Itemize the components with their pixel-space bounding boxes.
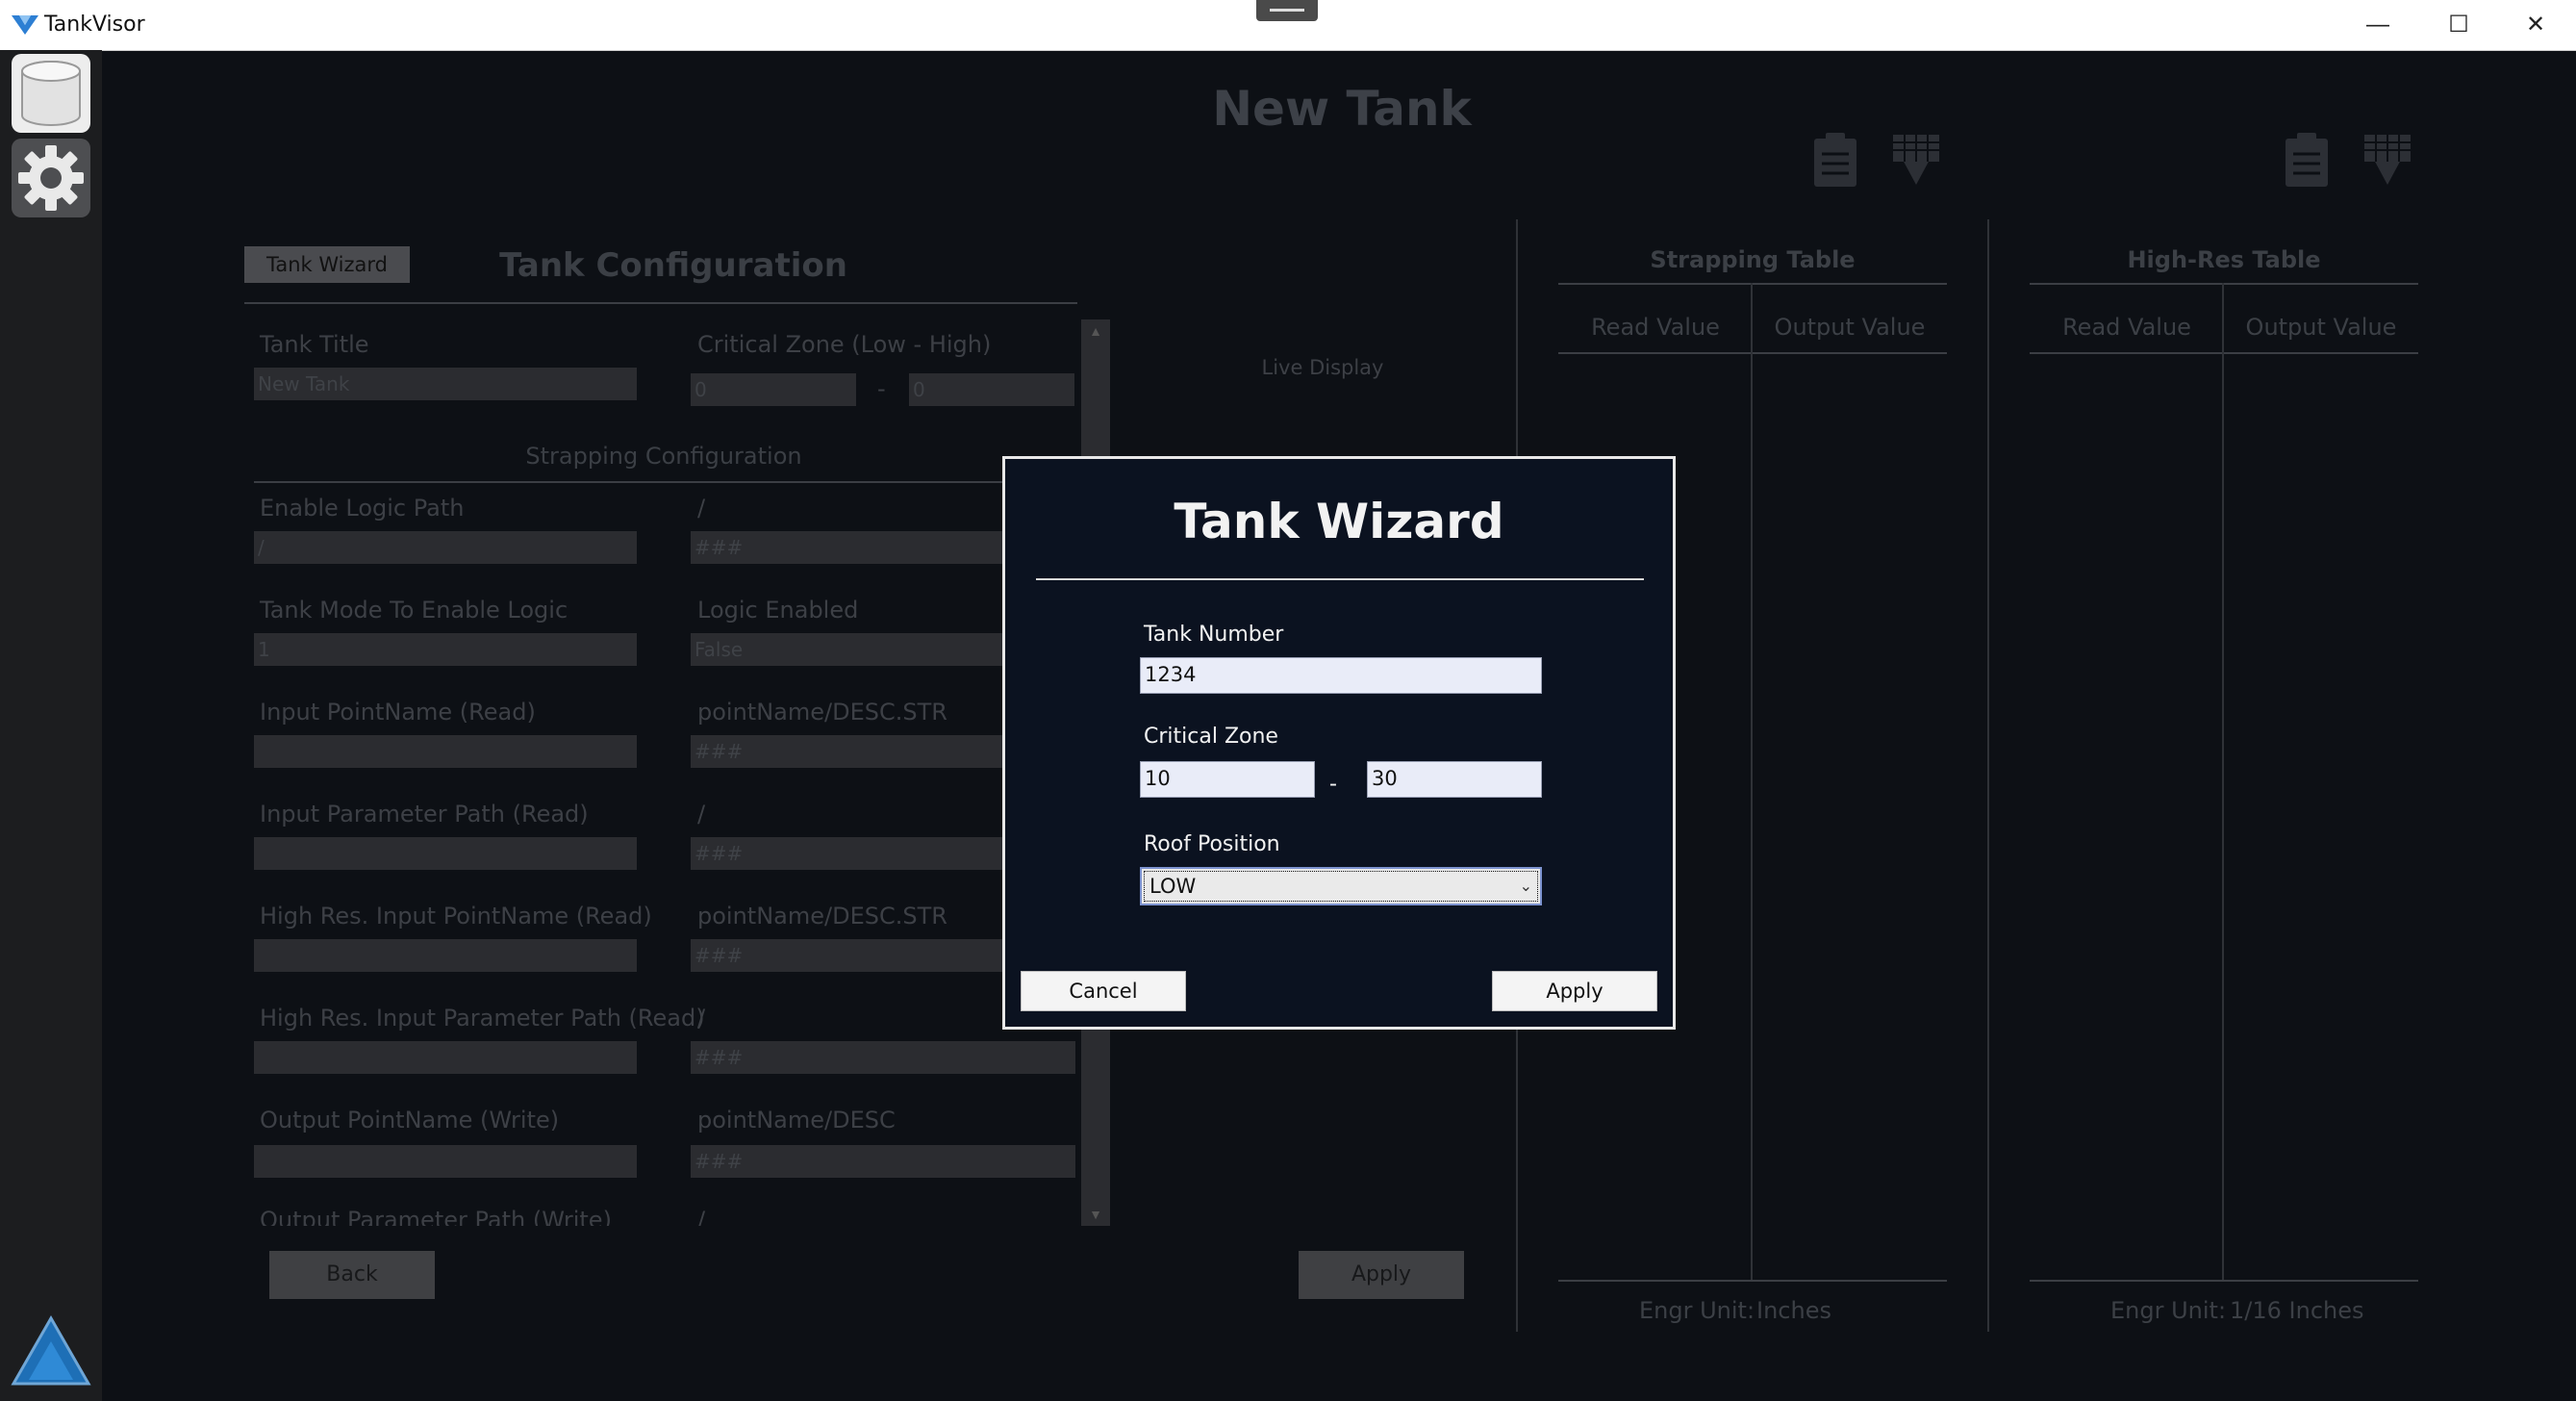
- divider: [2030, 352, 2418, 354]
- panel-divider: [1987, 219, 1989, 1332]
- critical-high-input[interactable]: 0: [909, 373, 1074, 406]
- logic-enabled-label: Logic Enabled: [697, 597, 859, 624]
- chevron-down-icon: ⌄: [1519, 877, 1532, 895]
- import-table-icon[interactable]: [1891, 131, 1941, 189]
- highres-input-parameter-path-input[interactable]: [254, 1041, 637, 1074]
- tank-mode-input[interactable]: 1: [254, 633, 637, 666]
- critical-zone-label: Critical Zone: [1144, 725, 1278, 749]
- roof-position-value: LOW: [1149, 875, 1197, 898]
- divider: [2030, 1280, 2418, 1282]
- tankvisor-logo-icon: [12, 15, 38, 35]
- critical-zone-low-input[interactable]: 10: [1140, 761, 1315, 798]
- input-parameter-path-label: Input Parameter Path (Read): [260, 801, 589, 828]
- roof-position-select[interactable]: LOW ⌄: [1140, 867, 1542, 905]
- title-bar: TankVisor — ☐ ✕: [0, 0, 2576, 51]
- tank-configuration-title: Tank Configuration: [499, 246, 847, 285]
- roof-position-label: Roof Position: [1144, 832, 1280, 856]
- highres-input-parameter-path-readout: ###: [691, 1041, 1075, 1074]
- strapping-engr-label: Engr Unit:: [1639, 1297, 1755, 1324]
- clipboard-icon[interactable]: [1810, 131, 1860, 189]
- highres-input-parameter-path-label: High Res. Input Parameter Path (Read): [260, 1005, 705, 1032]
- input-pointname-readout-label: pointName/DESC.STR: [697, 699, 947, 726]
- tank-mode-label: Tank Mode To Enable Logic: [260, 597, 568, 624]
- divider: [244, 302, 1077, 304]
- back-button[interactable]: Back: [269, 1251, 435, 1299]
- divider: [1558, 1280, 1947, 1282]
- critical-zone-high-input[interactable]: 30: [1367, 761, 1542, 798]
- clipboard-icon[interactable]: [2282, 131, 2332, 189]
- apply-config-button[interactable]: Apply: [1299, 1251, 1464, 1299]
- divider: [2030, 283, 2418, 285]
- output-parameter-path-label: Output Parameter Path (Write): [260, 1207, 612, 1226]
- window-grip-handle[interactable]: [1256, 0, 1318, 21]
- company-logo-icon: [11, 1314, 91, 1386]
- strapping-col-read: Read Value: [1591, 314, 1720, 341]
- sidebar: [0, 50, 102, 1401]
- strapping-configuration-title: Strapping Configuration: [525, 443, 802, 470]
- sidebar-item-database[interactable]: [12, 54, 90, 133]
- strapping-engr-value: Inches: [1756, 1297, 1831, 1324]
- page-title: New Tank: [1212, 81, 1472, 137]
- input-pointname-input[interactable]: [254, 735, 637, 768]
- live-display-label: Live Display: [1261, 356, 1384, 379]
- scroll-clip: Output Parameter Path (Write) /: [250, 1203, 1077, 1226]
- close-button[interactable]: ✕: [2497, 0, 2574, 50]
- tank-title-label: Tank Title: [260, 331, 369, 358]
- output-pointname-input[interactable]: [254, 1145, 637, 1178]
- tank-number-label: Tank Number: [1144, 623, 1284, 647]
- strapping-col-output: Output Value: [1774, 314, 1926, 341]
- dialog-divider: [1036, 578, 1644, 580]
- highres-engr-value: 1/16 Inches: [2230, 1297, 2364, 1324]
- apply-button[interactable]: Apply: [1492, 971, 1657, 1011]
- enable-logic-path-input[interactable]: /: [254, 531, 637, 564]
- critical-low-input[interactable]: 0: [691, 373, 856, 406]
- output-pointname-label: Output PointName (Write): [260, 1107, 560, 1134]
- input-pointname-label: Input PointName (Read): [260, 699, 536, 726]
- divider: [254, 481, 1077, 483]
- maximize-button[interactable]: ☐: [2420, 0, 2497, 50]
- tank-wizard-button[interactable]: Tank Wizard: [244, 246, 410, 283]
- tank-number-input[interactable]: 1234: [1140, 657, 1542, 694]
- scroll-up-icon[interactable]: ▲: [1081, 319, 1110, 343]
- highres-input-parameter-path-readout-label: /: [697, 1005, 706, 1032]
- highres-table-title: High-Res Table: [2127, 246, 2321, 273]
- output-pointname-readout: ###: [691, 1145, 1075, 1178]
- critical-zone-label: Critical Zone (Low - High): [697, 331, 992, 358]
- critical-zone-dash: -: [1329, 771, 1337, 797]
- import-table-icon[interactable]: [2362, 131, 2412, 189]
- highres-col-read: Read Value: [2062, 314, 2191, 341]
- cancel-button[interactable]: Cancel: [1021, 971, 1186, 1011]
- output-pointname-readout-label: pointName/DESC: [697, 1107, 896, 1134]
- output-parameter-path-readout-label: /: [697, 1207, 706, 1226]
- sidebar-item-settings[interactable]: [12, 139, 90, 217]
- highres-engr-label: Engr Unit:: [2110, 1297, 2227, 1324]
- tank-title-input[interactable]: New Tank: [254, 368, 637, 400]
- column-divider: [1751, 283, 1753, 1280]
- highres-input-pointname-input[interactable]: [254, 939, 637, 972]
- divider: [1558, 283, 1947, 285]
- database-icon: [21, 61, 81, 126]
- input-parameter-path-readout-label: /: [697, 801, 706, 828]
- enable-logic-path-label: Enable Logic Path: [260, 495, 465, 522]
- highres-input-pointname-readout-label: pointName/DESC.STR: [697, 903, 947, 930]
- minimize-button[interactable]: —: [2339, 0, 2416, 50]
- column-divider: [2222, 283, 2224, 1280]
- scroll-down-icon[interactable]: ▼: [1081, 1203, 1110, 1226]
- highres-col-output: Output Value: [2245, 314, 2397, 341]
- enable-logic-path-readout-label: /: [697, 495, 706, 522]
- tank-wizard-dialog: Tank Wizard Tank Number 1234 Critical Zo…: [1002, 456, 1676, 1030]
- input-parameter-path-input[interactable]: [254, 837, 637, 870]
- divider: [1558, 352, 1947, 354]
- app-title: TankVisor: [44, 13, 145, 37]
- gear-icon: [18, 145, 84, 211]
- strapping-table-title: Strapping Table: [1650, 246, 1856, 273]
- critical-zone-dash: -: [877, 375, 886, 402]
- dialog-title: Tank Wizard: [1174, 494, 1504, 549]
- highres-input-pointname-label: High Res. Input PointName (Read): [260, 903, 652, 930]
